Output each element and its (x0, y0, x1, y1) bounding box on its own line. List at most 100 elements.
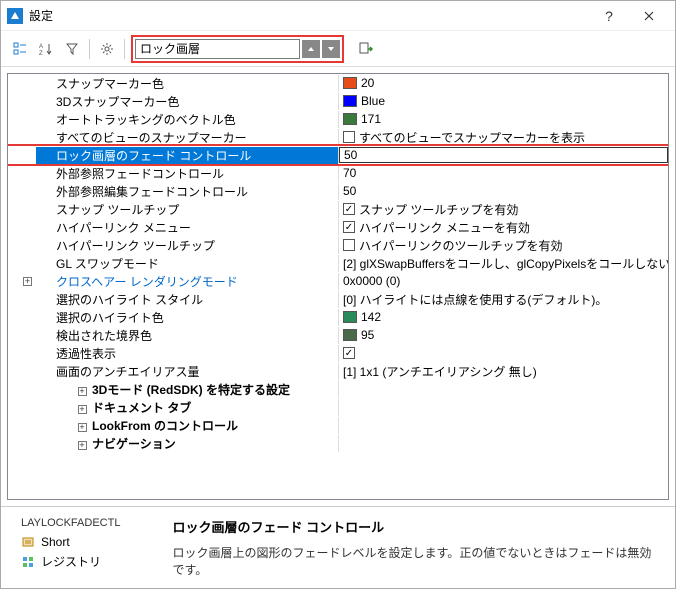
property-value[interactable]: ✓ハイパーリンク メニューを有効 (339, 219, 668, 236)
value-text: 0x0000 (0) (343, 274, 400, 288)
settings-gear-button[interactable] (96, 38, 118, 60)
short-label: Short (41, 535, 70, 549)
svg-text:Z: Z (39, 51, 43, 56)
property-row[interactable]: 選択のハイライト色142 (8, 308, 668, 326)
filter-button[interactable] (61, 38, 83, 60)
checkbox[interactable]: ✓ (343, 347, 355, 359)
settings-window: 設定 ? AZ (0, 0, 676, 589)
property-row[interactable]: +ドキュメント タブ (8, 398, 668, 416)
property-value[interactable]: ハイパーリンクのツールチップを有効 (339, 237, 668, 254)
checkbox[interactable] (343, 239, 355, 251)
property-label: +LookFrom のコントロール (36, 417, 339, 434)
registry-link[interactable]: レジストリ (21, 553, 153, 570)
registry-label: レジストリ (41, 553, 101, 570)
footer-left: LAYLOCKFADECTL Short レジストリ (21, 517, 153, 578)
property-row[interactable]: スナップ ツールチップ✓スナップ ツールチップを有効 (8, 200, 668, 218)
toolbar: AZ (1, 31, 675, 67)
value-text: 20 (361, 76, 374, 90)
checkbox[interactable]: ✓ (343, 203, 355, 215)
close-button[interactable] (629, 2, 669, 30)
property-label: 選択のハイライト スタイル (36, 291, 339, 308)
property-value[interactable]: 171 (339, 112, 668, 126)
property-label: スナップ ツールチップ (36, 201, 339, 218)
property-label: GL スワップモード (36, 255, 339, 272)
checkbox[interactable] (343, 131, 355, 143)
expand-column: + (8, 277, 36, 286)
property-row[interactable]: + クロスヘアー レンダリングモード 0x0000 (0) (8, 272, 668, 290)
categorize-button[interactable] (9, 38, 31, 60)
property-value[interactable]: 0x0000 (0) (339, 274, 668, 288)
property-row[interactable]: 外部参照フェードコントロール70 (8, 164, 668, 182)
search-highlight (131, 35, 344, 63)
property-value[interactable]: 70 (339, 166, 668, 180)
property-label: 外部参照フェードコントロール (36, 165, 339, 182)
property-value[interactable]: Blue (339, 94, 668, 108)
value-text: 95 (361, 328, 374, 342)
property-row[interactable]: ハイパーリンク ツールチップ ハイパーリンクのツールチップを有効 (8, 236, 668, 254)
value-text: ハイパーリンクのツールチップを有効 (359, 237, 563, 254)
scroll-icon (21, 535, 35, 549)
property-value[interactable]: 50 (339, 147, 668, 163)
property-grid: スナップマーカー色 20 3Dスナップマーカー色 Blue オートトラッキングのベクトル… (1, 67, 675, 506)
property-row[interactable]: 透過性表示 ✓ (8, 344, 668, 362)
property-label: +ドキュメント タブ (36, 399, 339, 416)
short-link[interactable]: Short (21, 535, 153, 549)
property-label: クロスヘアー レンダリングモード (36, 273, 339, 290)
value-text: 171 (361, 112, 381, 126)
property-row[interactable]: 3Dスナップマーカー色 Blue (8, 92, 668, 110)
property-label: スナップマーカー色 (36, 75, 339, 92)
property-value[interactable]: [0] ハイライトには点線を使用する(デフォルト)。 (339, 291, 668, 308)
expand-toggle[interactable]: + (78, 387, 87, 396)
checkbox[interactable]: ✓ (343, 221, 355, 233)
property-row[interactable]: ハイパーリンク メニュー✓ハイパーリンク メニューを有効 (8, 218, 668, 236)
property-label: 外部参照編集フェードコントロール (36, 183, 339, 200)
property-value[interactable]: ✓スナップ ツールチップを有効 (339, 201, 668, 218)
property-value[interactable]: [1] 1x1 (アンチエイリアシング 無し) (339, 363, 668, 380)
toolbar-separator (89, 39, 90, 59)
search-input[interactable] (135, 39, 300, 59)
property-value[interactable]: ✓ (339, 347, 668, 359)
property-row[interactable]: +3Dモード (RedSDK) を特定する設定 (8, 380, 668, 398)
property-value[interactable]: 95 (339, 328, 668, 342)
expand-toggle[interactable]: + (78, 441, 87, 450)
property-label: オートトラッキングのベクトル色 (36, 111, 339, 128)
search-next-button[interactable] (322, 40, 340, 58)
window-title: 設定 (29, 7, 589, 24)
property-label: すべてのビューのスナップマーカー (36, 129, 339, 146)
property-row[interactable]: 外部参照編集フェードコントロール50 (8, 182, 668, 200)
property-row[interactable]: +LookFrom のコントロール (8, 416, 668, 434)
registry-icon (21, 555, 35, 569)
property-row[interactable]: オートトラッキングのベクトル色 171 (8, 110, 668, 128)
value-text: Blue (361, 94, 385, 108)
property-label: ハイパーリンク ツールチップ (36, 237, 339, 254)
property-row[interactable]: 選択のハイライト スタイル[0] ハイライトには点線を使用する(デフォルト)。 (8, 290, 668, 308)
property-grid-scroll[interactable]: スナップマーカー色 20 3Dスナップマーカー色 Blue オートトラッキングのベクトル… (7, 73, 669, 500)
detail-title: ロック画層のフェード コントロール (173, 517, 655, 536)
import-button[interactable] (354, 38, 376, 60)
value-text: すべてのビューでスナップマーカーを表示 (359, 129, 585, 146)
property-row[interactable]: GL スワップモード[2] glXSwapBuffersをコールし、glCopy… (8, 254, 668, 272)
help-button[interactable]: ? (589, 2, 629, 30)
color-swatch (343, 113, 357, 125)
property-row[interactable]: ロック画層のフェード コントロール50 (8, 146, 668, 164)
property-value[interactable]: 142 (339, 310, 668, 324)
detail-description: ロック画層上の図形のフェードレベルを設定します。正の値でないときはフェードは無効… (173, 544, 655, 578)
property-label: 3Dスナップマーカー色 (36, 93, 339, 110)
property-row[interactable]: すべてのビューのスナップマーカー すべてのビューでスナップマーカーを表示 (8, 128, 668, 146)
property-row[interactable]: スナップマーカー色 20 (8, 74, 668, 92)
expand-toggle[interactable]: + (23, 277, 32, 286)
property-value[interactable]: 20 (339, 76, 668, 90)
property-value[interactable]: [2] glXSwapBuffersをコールし、glCopyPixelsをコール… (339, 255, 668, 272)
property-row[interactable]: 画面のアンチエイリアス量[1] 1x1 (アンチエイリアシング 無し) (8, 362, 668, 380)
expand-toggle[interactable]: + (78, 423, 87, 432)
property-label: 透過性表示 (36, 345, 339, 362)
search-prev-button[interactable] (302, 40, 320, 58)
expand-toggle[interactable]: + (78, 405, 87, 414)
property-row[interactable]: 検出された境界色95 (8, 326, 668, 344)
sort-button[interactable]: AZ (35, 38, 57, 60)
property-value[interactable]: 50 (339, 184, 668, 198)
property-value[interactable]: すべてのビューでスナップマーカーを表示 (339, 129, 668, 146)
footer-right: ロック画層のフェード コントロール ロック画層上の図形のフェードレベルを設定しま… (173, 517, 655, 578)
property-label: 選択のハイライト色 (36, 309, 339, 326)
property-row[interactable]: +ナビゲーション (8, 434, 668, 452)
